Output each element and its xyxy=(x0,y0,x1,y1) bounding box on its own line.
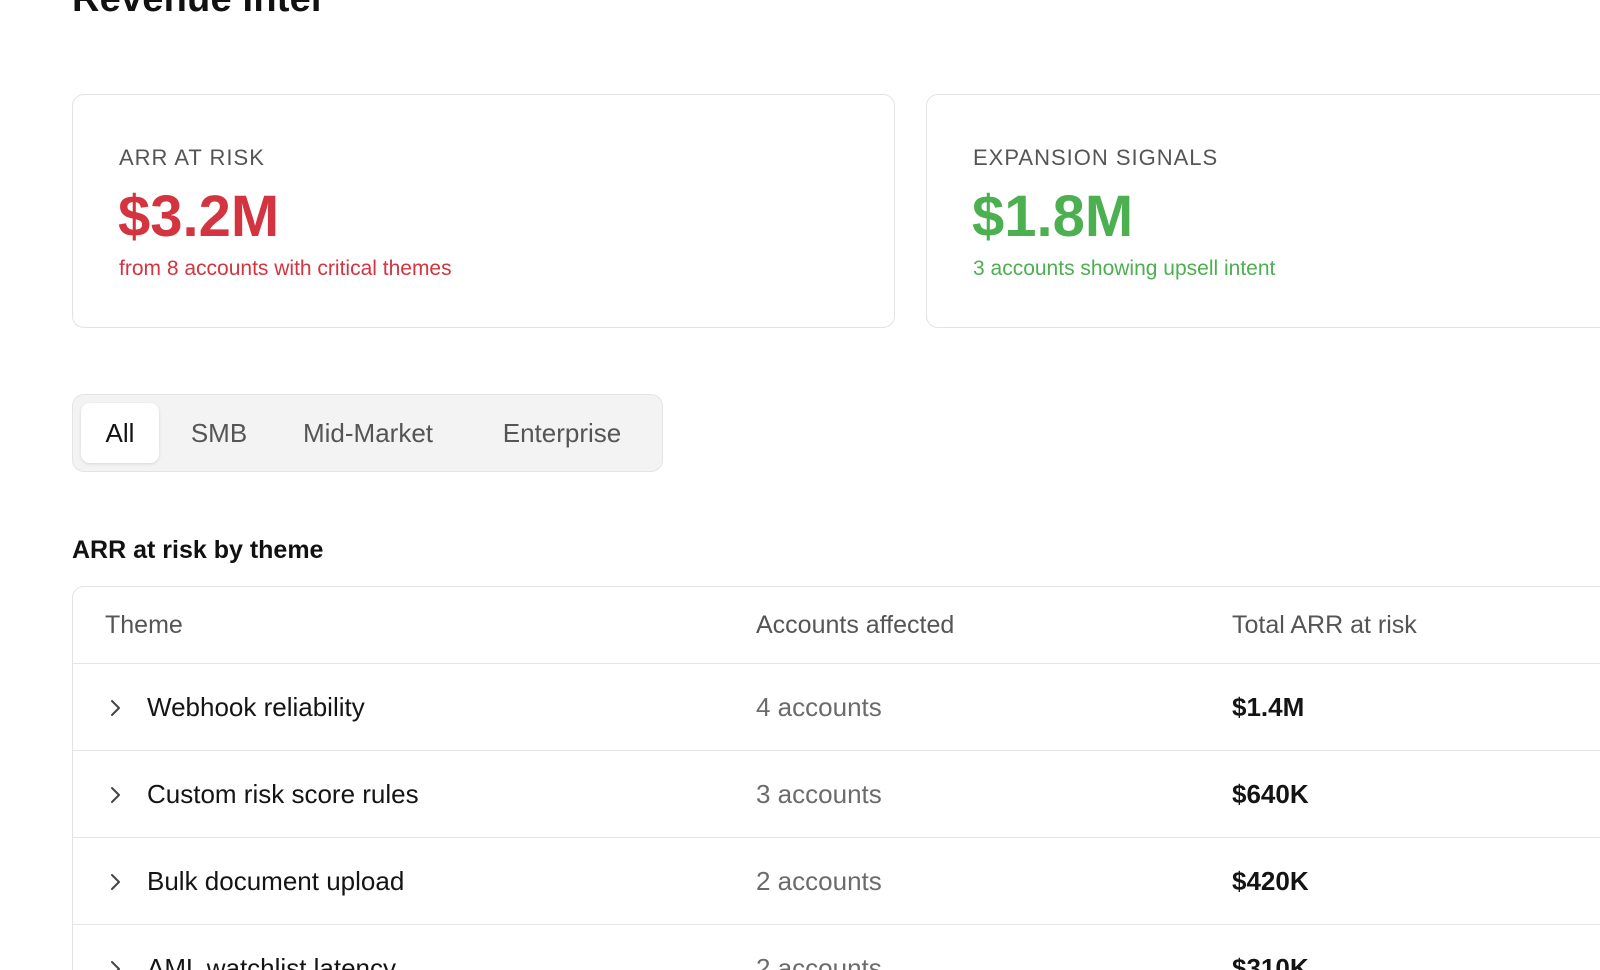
accounts-affected: 4 accounts xyxy=(756,692,882,722)
column-header-theme: Theme xyxy=(105,611,183,639)
theme-name: Custom risk score rules xyxy=(147,779,419,809)
revenue-intel-page: Revenue Intel ARR AT RISK $3.2M from 8 a… xyxy=(0,0,1600,970)
table-header: Theme Accounts affected Total ARR at ris… xyxy=(73,587,1600,664)
column-header-accounts: Accounts affected xyxy=(756,611,955,639)
arr-at-risk-label: ARR AT RISK xyxy=(119,145,265,170)
segment-enterprise[interactable]: Enterprise xyxy=(473,403,651,463)
arr-at-risk-card: ARR AT RISK $3.2M from 8 accounts with c… xyxy=(72,94,895,328)
chevron-right-icon[interactable] xyxy=(109,751,125,838)
section-title: ARR at risk by theme xyxy=(72,536,324,564)
arr-risk-table: Theme Accounts affected Total ARR at ris… xyxy=(72,586,1600,970)
total-arr-at-risk: $1.4M xyxy=(1232,692,1305,722)
segment-all[interactable]: All xyxy=(81,403,159,463)
accounts-affected: 2 accounts xyxy=(756,866,882,896)
theme-name: Webhook reliability xyxy=(147,692,365,722)
expansion-signals-label: EXPANSION SIGNALS xyxy=(973,145,1219,170)
segment-filter: All SMB Mid-Market Enterprise xyxy=(72,394,663,472)
total-arr-at-risk: $310K xyxy=(1232,953,1309,970)
chevron-right-icon[interactable] xyxy=(109,664,125,751)
expansion-signals-subtitle: 3 accounts showing upsell intent xyxy=(973,257,1276,280)
page-title: Revenue Intel xyxy=(72,0,322,21)
table-row[interactable]: AML watchlist latency 2 accounts $310K xyxy=(73,925,1600,970)
accounts-affected: 2 accounts xyxy=(756,953,882,970)
arr-at-risk-value: $3.2M xyxy=(118,184,280,249)
chevron-right-icon[interactable] xyxy=(109,925,125,970)
arr-at-risk-subtitle: from 8 accounts with critical themes xyxy=(119,257,452,280)
expansion-signals-value: $1.8M xyxy=(972,184,1134,249)
total-arr-at-risk: $420K xyxy=(1232,866,1309,896)
total-arr-at-risk: $640K xyxy=(1232,779,1309,809)
theme-name: Bulk document upload xyxy=(147,866,405,896)
segment-mid-market[interactable]: Mid-Market xyxy=(283,403,453,463)
chevron-right-icon[interactable] xyxy=(109,838,125,925)
segment-smb[interactable]: SMB xyxy=(173,403,265,463)
table-row[interactable]: Bulk document upload 2 accounts $420K xyxy=(73,838,1600,925)
table-row[interactable]: Custom risk score rules 3 accounts $640K xyxy=(73,751,1600,838)
table-row[interactable]: Webhook reliability 4 accounts $1.4M xyxy=(73,664,1600,751)
accounts-affected: 3 accounts xyxy=(756,779,882,809)
theme-name: AML watchlist latency xyxy=(147,953,397,970)
expansion-signals-card: EXPANSION SIGNALS $1.8M 3 accounts showi… xyxy=(926,94,1600,328)
column-header-arr: Total ARR at risk xyxy=(1232,611,1417,639)
